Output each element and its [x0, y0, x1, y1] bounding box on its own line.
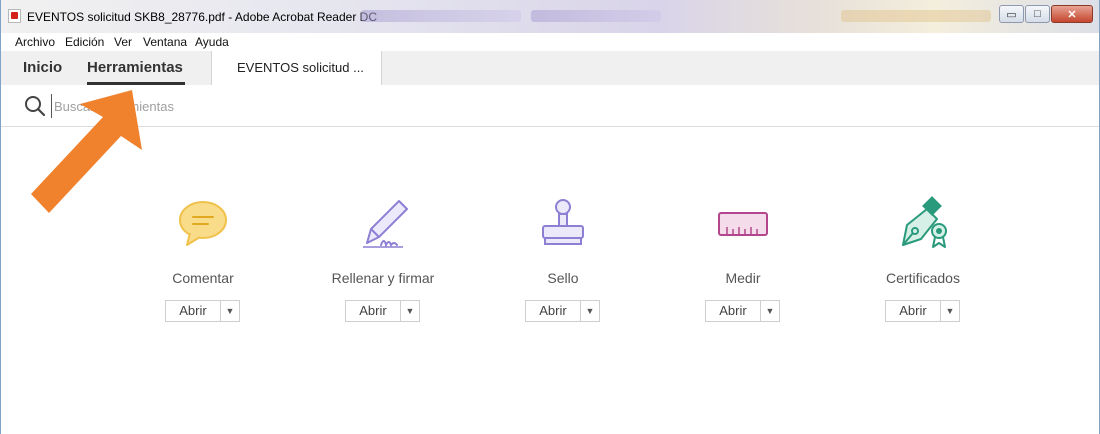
menu-archivo[interactable]: Archivo	[15, 35, 55, 49]
minimize-button[interactable]: ▭	[999, 5, 1024, 23]
stamp-icon	[542, 199, 584, 245]
blurred-title-area	[361, 10, 521, 22]
menu-ventana[interactable]: Ventana	[143, 35, 187, 49]
open-button[interactable]: Abrir ▼	[345, 300, 420, 322]
certificate-icon	[902, 196, 947, 248]
tool-label: Certificados	[886, 270, 960, 286]
tool-medir[interactable]: Medir Abrir ▼	[663, 195, 823, 322]
tool-label: Medir	[725, 270, 761, 286]
open-button[interactable]: Abrir ▼	[705, 300, 780, 322]
open-button-label[interactable]: Abrir	[886, 301, 941, 321]
blurred-title-area	[531, 10, 661, 22]
chevron-down-icon[interactable]: ▼	[941, 301, 959, 321]
tool-certificados[interactable]: Certificados Abrir ▼	[843, 195, 1003, 322]
menu-ver[interactable]: Ver	[114, 35, 132, 49]
tool-label: Comentar	[172, 270, 234, 286]
menu-ayuda[interactable]: Ayuda	[195, 35, 229, 49]
tab-document[interactable]: EVENTOS solicitud ...	[211, 51, 382, 85]
open-button[interactable]: Abrir ▼	[525, 300, 600, 322]
maximize-button[interactable]: □	[1025, 5, 1050, 23]
search-bar	[1, 85, 1099, 127]
window-title: EVENTOS solicitud SKB8_28776.pdf - Adobe…	[27, 10, 377, 24]
chevron-down-icon[interactable]: ▼	[761, 301, 779, 321]
open-button-label[interactable]: Abrir	[706, 301, 761, 321]
open-button[interactable]: Abrir ▼	[165, 300, 240, 322]
open-button[interactable]: Abrir ▼	[885, 300, 960, 322]
blurred-title-area	[841, 10, 991, 22]
tool-sello[interactable]: Sello Abrir ▼	[483, 195, 643, 322]
chevron-down-icon[interactable]: ▼	[221, 301, 239, 321]
open-button-label[interactable]: Abrir	[526, 301, 581, 321]
tab-bar: Inicio Herramientas EVENTOS solicitud ..…	[1, 51, 1099, 86]
tab-herramientas[interactable]: Herramientas	[87, 59, 183, 76]
tool-label: Rellenar y firmar	[331, 270, 435, 286]
title-bar: EVENTOS solicitud SKB8_28776.pdf - Adobe…	[1, 0, 1099, 34]
tab-inicio[interactable]: Inicio	[23, 59, 62, 76]
tool-label: Sello	[547, 270, 579, 286]
menu-bar: Archivo Edición Ver Ventana Ayuda	[1, 33, 1099, 52]
measure-icon	[718, 212, 768, 236]
chevron-down-icon[interactable]: ▼	[581, 301, 599, 321]
close-button[interactable]: ✕	[1051, 5, 1093, 23]
fill-sign-icon	[363, 200, 408, 248]
chevron-down-icon[interactable]: ▼	[401, 301, 419, 321]
tool-comentar[interactable]: Comentar Abrir ▼	[123, 195, 283, 322]
open-button-label[interactable]: Abrir	[166, 301, 221, 321]
tool-rellenar-y-firmar[interactable]: Rellenar y firmar Abrir ▼	[303, 195, 463, 322]
open-button-label[interactable]: Abrir	[346, 301, 401, 321]
window-controls: ▭ □ ✕	[999, 5, 1093, 23]
comment-icon	[179, 201, 227, 246]
acrobat-window: EVENTOS solicitud SKB8_28776.pdf - Adobe…	[0, 0, 1100, 434]
pdf-app-icon	[8, 9, 21, 23]
menu-edicion[interactable]: Edición	[65, 35, 104, 49]
